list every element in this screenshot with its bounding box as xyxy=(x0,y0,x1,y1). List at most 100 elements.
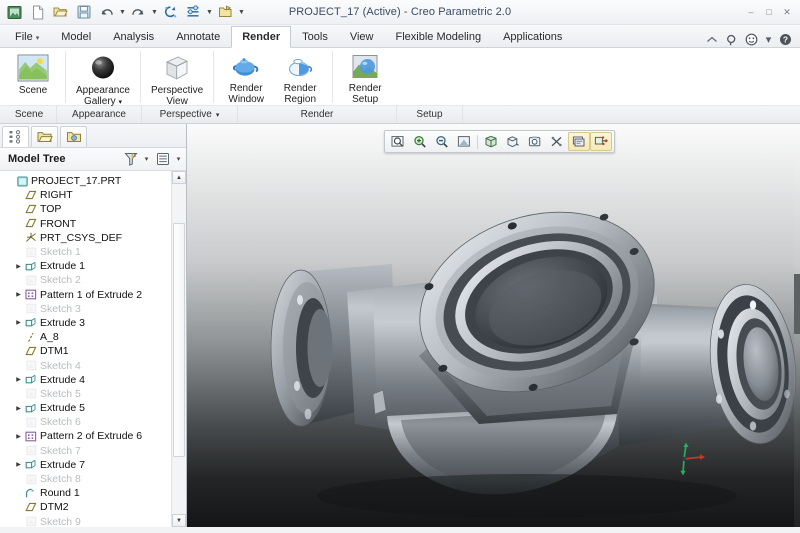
graphics-viewport[interactable] xyxy=(187,124,800,527)
model-tree-tab[interactable] xyxy=(2,126,29,147)
tab-tools[interactable]: Tools xyxy=(291,27,339,47)
zoom-out-icon[interactable] xyxy=(431,132,453,151)
minimize-button[interactable]: – xyxy=(744,6,758,18)
tree-row[interactable]: Round 1 xyxy=(4,486,172,500)
group-label-appearance[interactable]: Appearance xyxy=(57,106,142,123)
tree-row[interactable]: DTM1 xyxy=(4,344,172,358)
scroll-down-button[interactable]: ▼ xyxy=(172,514,186,527)
tree-row-label: Sketch 1 xyxy=(40,246,81,259)
tree-row[interactable]: Sketch 3 xyxy=(4,302,172,316)
tree-row[interactable]: ▶ Pattern 2 of Extrude 6 xyxy=(4,429,172,443)
redo-icon[interactable] xyxy=(127,1,150,23)
viewport-scroll-thumb[interactable] xyxy=(794,274,800,334)
refit-icon[interactable] xyxy=(387,132,409,151)
tree-row[interactable]: Sketch 8 xyxy=(4,472,172,486)
tab-render[interactable]: Render xyxy=(231,26,292,48)
annotation-display-icon[interactable] xyxy=(568,132,590,151)
user-account-icon[interactable] xyxy=(745,33,758,46)
tab-file[interactable]: File ▾ xyxy=(4,27,50,47)
scroll-up-button[interactable]: ▲ xyxy=(172,171,186,184)
save-icon[interactable] xyxy=(72,1,95,23)
scroll-thumb[interactable] xyxy=(173,223,185,457)
display-style-icon[interactable] xyxy=(480,132,502,151)
saved-orientations-icon[interactable] xyxy=(502,132,524,151)
tree-row[interactable]: Sketch 4 xyxy=(4,358,172,372)
scene-button[interactable]: Scene xyxy=(6,50,60,97)
tab-analysis[interactable]: Analysis xyxy=(102,27,165,47)
tab-annotate[interactable]: Annotate xyxy=(165,27,231,47)
folder-browser-tab[interactable] xyxy=(31,126,58,147)
datum-display-filters-icon[interactable] xyxy=(546,132,568,151)
tree-row[interactable]: ▶ Extrude 5 xyxy=(4,401,172,415)
tree-row[interactable]: A_8 xyxy=(4,330,172,344)
app-icon[interactable] xyxy=(3,1,26,23)
tree-expander-icon[interactable]: ▶ xyxy=(13,263,24,270)
filter-caret-icon[interactable]: ▾ xyxy=(142,151,151,168)
tab-model[interactable]: Model xyxy=(50,27,102,47)
customize-qat-icon[interactable]: ▼ xyxy=(237,2,246,22)
account-caret-icon[interactable]: ▾ xyxy=(765,33,772,46)
tree-row[interactable]: ▶ Extrude 7 xyxy=(4,458,172,472)
tree-expander-icon[interactable]: ▶ xyxy=(13,461,24,468)
tree-row[interactable]: Sketch 7 xyxy=(4,444,172,458)
favorites-tab[interactable] xyxy=(60,126,87,147)
filter-icon[interactable] xyxy=(120,150,141,169)
group-label-setup[interactable]: Setup xyxy=(397,106,463,123)
tree-settings-icon[interactable] xyxy=(152,150,173,169)
regenerate-icon[interactable] xyxy=(159,1,182,23)
group-label-perspective[interactable]: Perspective ▾ xyxy=(142,106,238,123)
tree-expander-icon[interactable]: ▶ xyxy=(13,405,24,412)
close-button[interactable]: ✕ xyxy=(780,6,794,18)
tree-row[interactable]: Sketch 6 xyxy=(4,415,172,429)
model-tree-scrollbar[interactable]: ▲ ▼ xyxy=(171,171,186,527)
tree-settings-caret-icon[interactable]: ▾ xyxy=(174,151,183,168)
tree-expander-icon[interactable]: ▶ xyxy=(13,319,24,326)
tree-row[interactable]: Sketch 5 xyxy=(4,387,172,401)
render-setup-button[interactable]: Render Setup xyxy=(338,50,392,106)
tree-row[interactable]: TOP xyxy=(4,202,172,216)
undo-icon[interactable] xyxy=(95,1,118,23)
tree-row[interactable]: RIGHT xyxy=(4,188,172,202)
open-icon[interactable] xyxy=(49,1,72,23)
tree-row[interactable]: ▶ Extrude 4 xyxy=(4,373,172,387)
tree-row[interactable]: Sketch 9 xyxy=(4,515,172,527)
close-window-icon[interactable] xyxy=(214,1,237,23)
appearance-gallery-button[interactable]: Appearance Gallery ▾ xyxy=(71,50,135,109)
search-icon[interactable] xyxy=(725,33,738,46)
tree-row-label: Extrude 1 xyxy=(40,260,85,273)
group-label-scene[interactable]: Scene xyxy=(2,106,57,123)
redo-caret-icon[interactable]: ▼ xyxy=(150,2,159,22)
tree-row[interactable]: Sketch 1 xyxy=(4,245,172,259)
tab-applications[interactable]: Applications xyxy=(492,27,573,47)
tree-row[interactable]: DTM2 xyxy=(4,500,172,514)
minimize-ribbon-icon[interactable] xyxy=(705,33,718,46)
zoom-in-icon[interactable] xyxy=(409,132,431,151)
tab-view[interactable]: View xyxy=(339,27,385,47)
undo-caret-icon[interactable]: ▼ xyxy=(118,2,127,22)
viewport-scrollbar[interactable] xyxy=(794,124,800,527)
render-region-button[interactable]: Render Region xyxy=(273,50,327,106)
help-icon[interactable]: ? xyxy=(779,33,792,46)
spin-center-icon[interactable] xyxy=(590,132,612,151)
new-icon[interactable] xyxy=(26,1,49,23)
render-window-button[interactable]: Render Window xyxy=(219,50,273,106)
tree-expander-icon[interactable]: ▶ xyxy=(13,291,24,298)
maximize-button[interactable]: □ xyxy=(762,6,776,18)
tab-flexible-modeling[interactable]: Flexible Modeling xyxy=(384,27,492,47)
repaint-icon[interactable] xyxy=(453,132,475,151)
tree-row[interactable]: PROJECT_17.PRT xyxy=(4,174,172,188)
regenerate-settings-icon[interactable] xyxy=(182,1,205,23)
pattern-icon xyxy=(24,430,38,442)
tree-row[interactable]: FRONT xyxy=(4,217,172,231)
tree-row[interactable]: Sketch 2 xyxy=(4,273,172,287)
tree-expander-icon[interactable]: ▶ xyxy=(13,433,24,440)
group-label-render[interactable]: Render xyxy=(238,106,397,123)
view-manager-icon[interactable] xyxy=(524,132,546,151)
tree-row[interactable]: ▶ Extrude 1 xyxy=(4,259,172,273)
tree-row[interactable]: PRT_CSYS_DEF xyxy=(4,231,172,245)
regenerate-settings-caret-icon[interactable]: ▼ xyxy=(205,2,214,22)
tree-expander-icon[interactable]: ▶ xyxy=(13,376,24,383)
tree-row[interactable]: ▶ Pattern 1 of Extrude 2 xyxy=(4,288,172,302)
tree-row[interactable]: ▶ Extrude 3 xyxy=(4,316,172,330)
perspective-view-button[interactable]: Perspective View xyxy=(146,50,208,108)
